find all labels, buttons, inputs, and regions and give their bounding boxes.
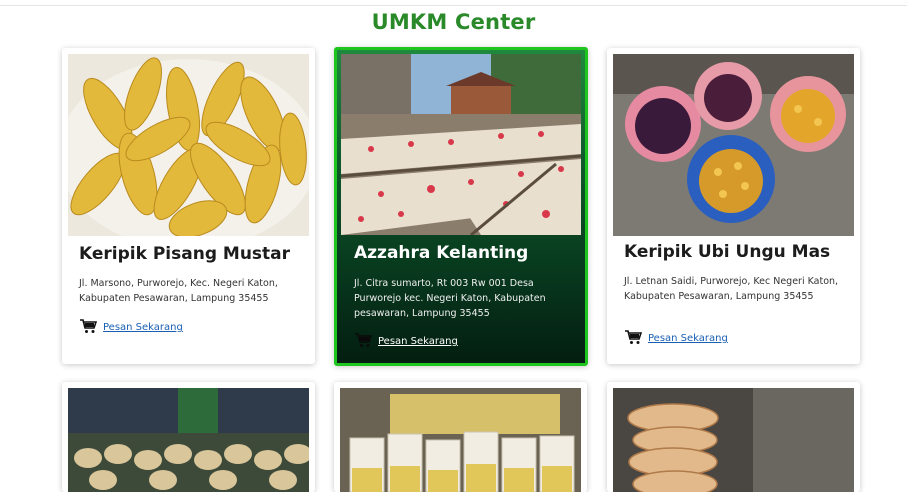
product-image-sweet-potato-chips bbox=[613, 54, 854, 236]
order-now-label[interactable]: Pesan Sekarang bbox=[378, 336, 458, 347]
top-divider bbox=[0, 5, 907, 6]
cart-icon bbox=[354, 332, 373, 351]
order-now-label[interactable]: Pesan Sekarang bbox=[103, 322, 183, 333]
cart-icon bbox=[79, 318, 98, 337]
card-address: Jl. Letnan Saidi, Purworejo, Kec Negeri … bbox=[624, 276, 839, 302]
order-now-link[interactable]: Pesan Sekarang bbox=[354, 332, 458, 351]
product-card-row2-1[interactable] bbox=[62, 382, 315, 492]
order-now-link[interactable]: Pesan Sekarang bbox=[79, 318, 183, 337]
card-title: Azzahra Kelanting bbox=[354, 243, 529, 263]
product-card-row2-2[interactable] bbox=[334, 382, 587, 492]
card-title: Keripik Pisang Mustar bbox=[79, 244, 291, 264]
card-address: Jl. Marsono, Purworejo, Kec. Negeri Kato… bbox=[79, 278, 278, 304]
product-image-bagged-crackers bbox=[340, 388, 581, 492]
cart-icon bbox=[624, 329, 643, 348]
card-address: Jl. Citra sumarto, Rt 003 Rw 001 Desa Pu… bbox=[354, 278, 546, 319]
product-card-keripik-ubi-ungu[interactable]: Keripik Ubi Ungu Mas Jl. Letnan Saidi, P… bbox=[607, 48, 860, 364]
product-card-azzahra-kelanting[interactable]: Azzahra Kelanting Jl. Citra sumarto, Rt … bbox=[334, 47, 588, 366]
product-image-banana-chips bbox=[68, 54, 309, 236]
product-card-keripik-pisang[interactable]: Keripik Pisang Mustar Jl. Marsono, Purwo… bbox=[62, 48, 315, 364]
product-image-packaged-snacks bbox=[68, 388, 309, 492]
product-image-kelanting-drying bbox=[341, 54, 581, 235]
product-card-row2-3[interactable] bbox=[607, 382, 860, 492]
page-title: UMKM Center bbox=[371, 10, 536, 34]
order-now-link[interactable]: Pesan Sekarang bbox=[624, 329, 728, 348]
order-now-label[interactable]: Pesan Sekarang bbox=[648, 333, 728, 344]
product-image-crackers-stack bbox=[613, 388, 854, 492]
card-title: Keripik Ubi Ungu Mas bbox=[624, 242, 831, 262]
